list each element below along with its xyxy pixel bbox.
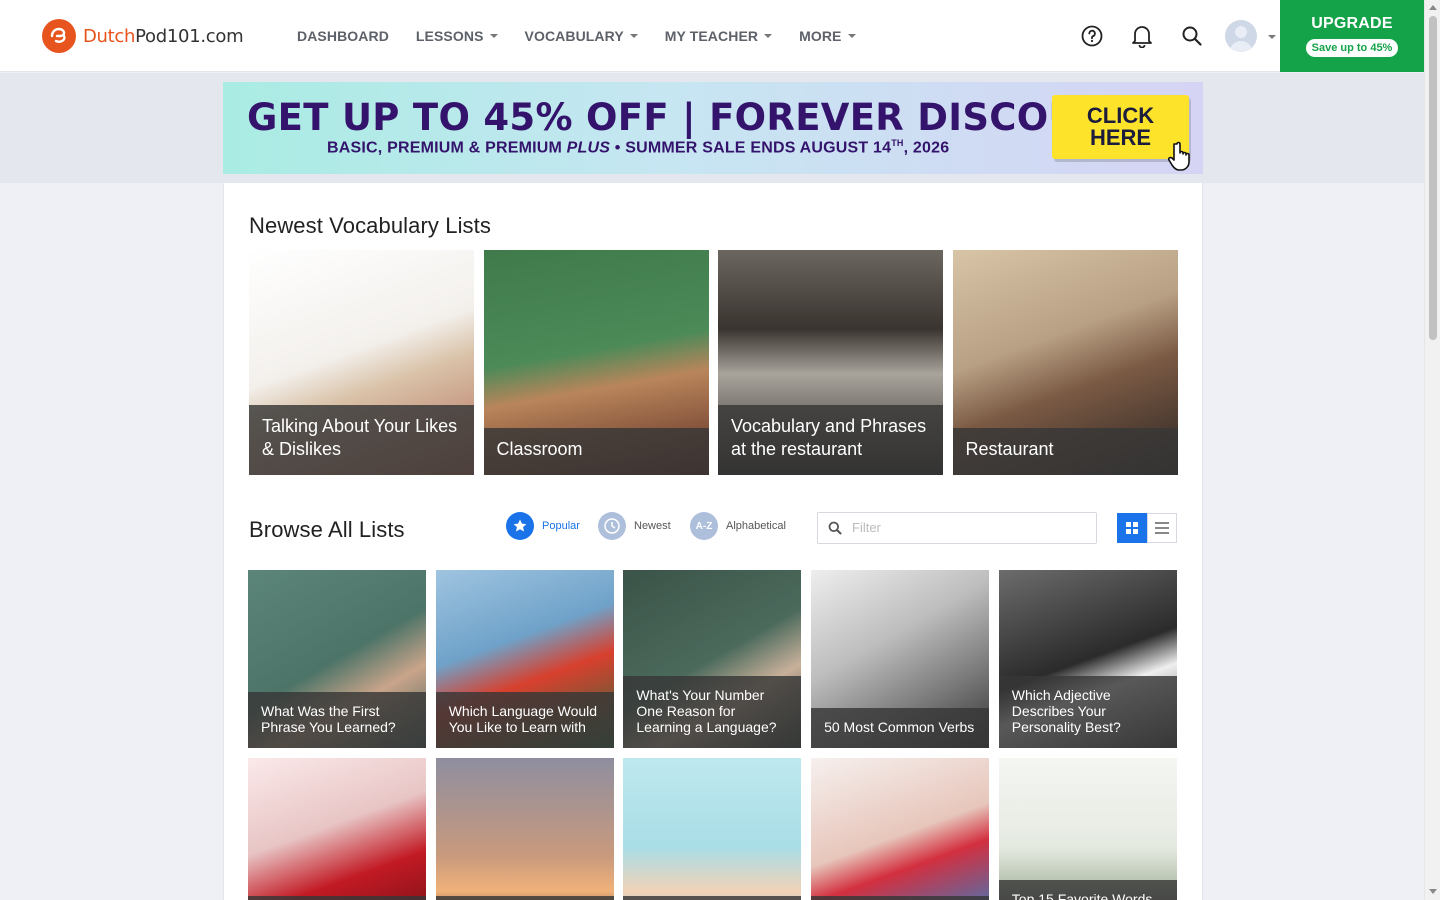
- tile-caption: 15+ Love Phrases for: [248, 896, 426, 900]
- nav-vocabulary[interactable]: VOCABULARY: [525, 28, 638, 44]
- browse-list-tile[interactable]: What Was the First Phrase You Learned?: [248, 570, 426, 748]
- nav-dashboard[interactable]: DASHBOARD: [297, 28, 389, 44]
- nav-label: DASHBOARD: [297, 28, 389, 44]
- grid-icon: [1126, 522, 1138, 534]
- filter-search-icon: [828, 521, 842, 540]
- main-nav: DASHBOARD LESSONS VOCABULARY MY TEACHER MORE: [297, 0, 883, 72]
- cta-line-1: CLICK: [1086, 103, 1155, 128]
- sort-popular-label: Popular: [542, 520, 580, 532]
- browse-list-tile[interactable]: Top 10 Inspirational: [435, 758, 614, 900]
- tile-caption: Useful Phrases For a: [811, 896, 990, 900]
- bell-icon[interactable]: [1128, 22, 1156, 50]
- help-icon[interactable]: [1078, 22, 1106, 50]
- clock-icon: [598, 512, 626, 540]
- search-icon[interactable]: [1178, 22, 1206, 50]
- tile-caption: 50 Most Common Verbs: [811, 708, 990, 748]
- grid-view-button[interactable]: [1117, 513, 1147, 543]
- az-icon: A-Z: [690, 512, 718, 540]
- newest-title: Newest Vocabulary Lists: [249, 213, 491, 238]
- browse-list-tile[interactable]: Useful Phrases For a: [811, 758, 990, 900]
- nav-label: LESSONS: [415, 28, 484, 44]
- newest-list-tile[interactable]: Talking About Your Likes & Dislikes: [249, 250, 474, 475]
- nav-label: MY TEACHER: [664, 28, 759, 44]
- banner-headline: GET UP TO 45% OFF | FOREVER DISCOUNT: [247, 96, 1136, 139]
- newest-list-tile[interactable]: Classroom: [483, 250, 709, 475]
- sort-newest[interactable]: Newest: [598, 512, 671, 540]
- browse-list-tile[interactable]: 15+ Love Phrases for: [248, 758, 426, 900]
- tile-caption: Classroom: [483, 428, 709, 475]
- hand-cursor-icon: [1167, 140, 1198, 177]
- chevron-down-icon: [629, 34, 638, 38]
- star-icon: [506, 512, 534, 540]
- avatar-chevron-down-icon[interactable]: [1268, 35, 1276, 39]
- list-view-button[interactable]: [1147, 513, 1177, 543]
- browse-title: Browse All Lists: [249, 517, 405, 542]
- chevron-down-icon: [847, 34, 856, 38]
- tile-caption: Which Language Would You Like to Learn w…: [435, 692, 614, 748]
- browse-list-tile[interactable]: Top 15 Favorite Words Chosen by Listener…: [998, 758, 1177, 900]
- scroll-down-icon[interactable]: [1429, 889, 1437, 894]
- banner-subline: BASIC, PREMIUM & PREMIUM PLUS • SUMMER S…: [327, 138, 950, 157]
- tile-caption: Vocabulary for: [623, 896, 802, 900]
- newest-list-tile[interactable]: Restaurant: [952, 250, 1178, 475]
- tile-caption: Talking About Your Likes & Dislikes: [249, 405, 474, 475]
- nav-lessons[interactable]: LESSONS: [416, 28, 498, 44]
- tile-caption: What's Your Number One Reason for Learni…: [623, 676, 802, 748]
- upgrade-badge: Save up to 45%: [1305, 39, 1399, 57]
- filter-box[interactable]: [817, 512, 1097, 544]
- nav-my-teacher[interactable]: MY TEACHER: [664, 28, 773, 44]
- tile-caption: Top 10 Inspirational: [435, 896, 614, 900]
- chevron-down-icon: [489, 34, 498, 38]
- tile-caption: Which Adjective Describes Your Personali…: [998, 676, 1177, 748]
- browse-list-tile[interactable]: What's Your Number One Reason for Learni…: [623, 570, 802, 748]
- avatar[interactable]: [1225, 20, 1257, 52]
- top-header: DutchPod101.com DASHBOARD LESSONS VOCABULA…: [0, 0, 1424, 72]
- logo-mark-icon: [42, 19, 76, 53]
- tile-caption: What Was the First Phrase You Learned?: [248, 692, 426, 748]
- nav-more[interactable]: MORE: [799, 28, 856, 44]
- newest-list-tile[interactable]: Vocabulary and Phrases at the restaurant: [718, 250, 943, 475]
- tile-caption: Vocabulary and Phrases at the restaurant: [718, 405, 943, 475]
- upgrade-button[interactable]: UPGRADE Save up to 45%: [1280, 0, 1424, 72]
- upgrade-title: UPGRADE: [1311, 15, 1393, 32]
- list-icon: [1155, 522, 1169, 534]
- sort-alphabetical[interactable]: A-Z Alphabetical: [690, 512, 786, 540]
- browse-list-tile[interactable]: 50 Most Common Verbs: [811, 570, 990, 748]
- promo-banner[interactable]: GET UP TO 45% OFF | FOREVER DISCOUNT BAS…: [223, 82, 1203, 174]
- scroll-up-icon[interactable]: [1429, 5, 1437, 10]
- browse-list-tile[interactable]: Vocabulary for: [623, 758, 802, 900]
- nav-label: MORE: [799, 28, 842, 44]
- sort-popular[interactable]: Popular: [506, 512, 580, 540]
- logo-text: DutchPod101.com: [83, 25, 244, 47]
- sort-newest-label: Newest: [634, 520, 671, 532]
- sort-alphabetical-label: Alphabetical: [726, 520, 786, 532]
- scroll-thumb[interactable]: [1429, 16, 1437, 340]
- page-scrollbar[interactable]: [1424, 0, 1440, 900]
- site-logo[interactable]: DutchPod101.com: [42, 19, 244, 53]
- tile-caption: Top 15 Favorite Words Chosen by Listener…: [998, 880, 1177, 900]
- filter-input[interactable]: [852, 520, 1082, 535]
- chevron-down-icon: [764, 34, 773, 38]
- tile-caption: Restaurant: [952, 428, 1178, 475]
- nav-label: VOCABULARY: [524, 28, 624, 44]
- browse-list-tile[interactable]: Which Language Would You Like to Learn w…: [435, 570, 614, 748]
- browse-list-tile[interactable]: Which Adjective Describes Your Personali…: [998, 570, 1177, 748]
